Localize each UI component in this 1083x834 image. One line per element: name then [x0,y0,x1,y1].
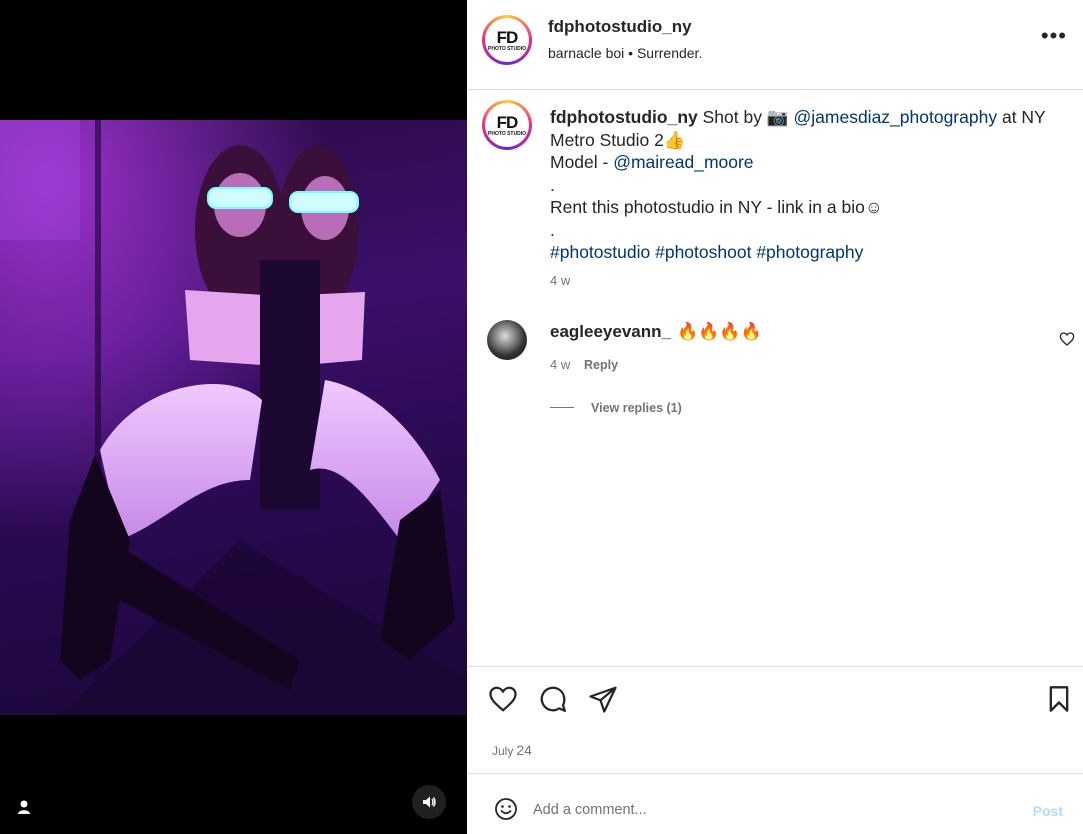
caption-dot: . [550,219,555,240]
add-comment-divider [467,773,1083,774]
mention-link[interactable]: @jamesdiaz_photography [794,107,998,127]
comment-like-button[interactable] [1059,331,1075,352]
share-button[interactable] [588,684,618,719]
mention-link[interactable]: @mairead_moore [613,152,753,172]
comment-text: 🔥🔥🔥🔥 [676,322,762,341]
caption-dot: . [550,174,555,195]
paper-plane-icon [589,686,617,713]
like-button[interactable] [487,684,519,719]
caption-segment-1: Shot by 📷 [697,107,794,127]
caption-author-avatar[interactable]: FD PHOTO STUDIO [482,100,532,150]
tagged-users-button[interactable] [11,794,37,820]
author-avatar[interactable]: FD PHOTO STUDIO [482,15,532,65]
caption-avatar-logo-text: FD [496,112,519,132]
emoji-picker-button[interactable] [494,797,518,826]
caption-segment-4: Rent this photostudio in NY - link in a … [550,197,883,217]
caption-timestamp[interactable]: 4 w [550,270,1050,293]
comment-row: eagleeyevann_ 🔥🔥🔥🔥 [550,322,762,342]
view-replies-button[interactable]: View replies (1) [591,401,682,415]
comment-input[interactable] [533,797,983,823]
comment-timestamp[interactable]: 4 w [550,357,570,372]
actions-divider [467,666,1083,667]
post-date[interactable]: July 24 [492,742,532,758]
commenter-avatar[interactable] [487,320,527,360]
hashtag-link[interactable]: #photoshoot [655,242,751,262]
caption-avatar-logo: FD PHOTO STUDIO [485,103,529,147]
commenter-username[interactable]: eagleeyevann_ [550,322,671,341]
replies-divider [550,407,574,408]
heart-icon [1059,332,1075,346]
reply-button[interactable]: Reply [584,358,618,372]
photo-illustration [0,120,467,715]
author-username[interactable]: fdphotostudio_ny [548,17,692,37]
comment-button[interactable] [538,684,568,719]
post-comment-button[interactable]: Post [1033,803,1063,819]
user-icon [18,800,30,814]
hashtag-link[interactable]: #photography [756,242,863,262]
post-details-panel: FD PHOTO STUDIO fdphotostudio_ny barnacl… [467,0,1083,834]
caption-username[interactable]: fdphotostudio_ny [550,107,698,127]
hashtag-link[interactable]: #photostudio [550,242,650,262]
more-options-button[interactable]: ••• [1041,25,1067,47]
save-button[interactable] [1045,684,1073,719]
post-photo[interactable] [0,120,467,715]
post-media [0,0,467,834]
bookmark-icon [1049,686,1069,712]
post-header: FD PHOTO STUDIO fdphotostudio_ny barnacl… [467,0,1083,90]
speaker-icon [423,796,436,808]
comment-bubble-icon [540,686,566,712]
avatar-logo-text: FD [496,27,519,47]
avatar-logo-subtext: PHOTO STUDIO [488,45,526,52]
caption-avatar-logo-subtext: PHOTO STUDIO [488,130,526,137]
post-date-day: 24 [516,742,532,758]
caption-segment-3: Model - [550,152,614,172]
caption-text: fdphotostudio_ny Shot by 📷 @jamesdiaz_ph… [550,106,1050,292]
heart-icon [489,686,517,712]
post-date-month: July [492,744,514,758]
smiley-icon [495,798,517,820]
audio-toggle-button[interactable] [412,785,446,819]
audio-attribution[interactable]: barnacle boi • Surrender. [548,45,702,61]
avatar-logo: FD PHOTO STUDIO [485,18,529,62]
